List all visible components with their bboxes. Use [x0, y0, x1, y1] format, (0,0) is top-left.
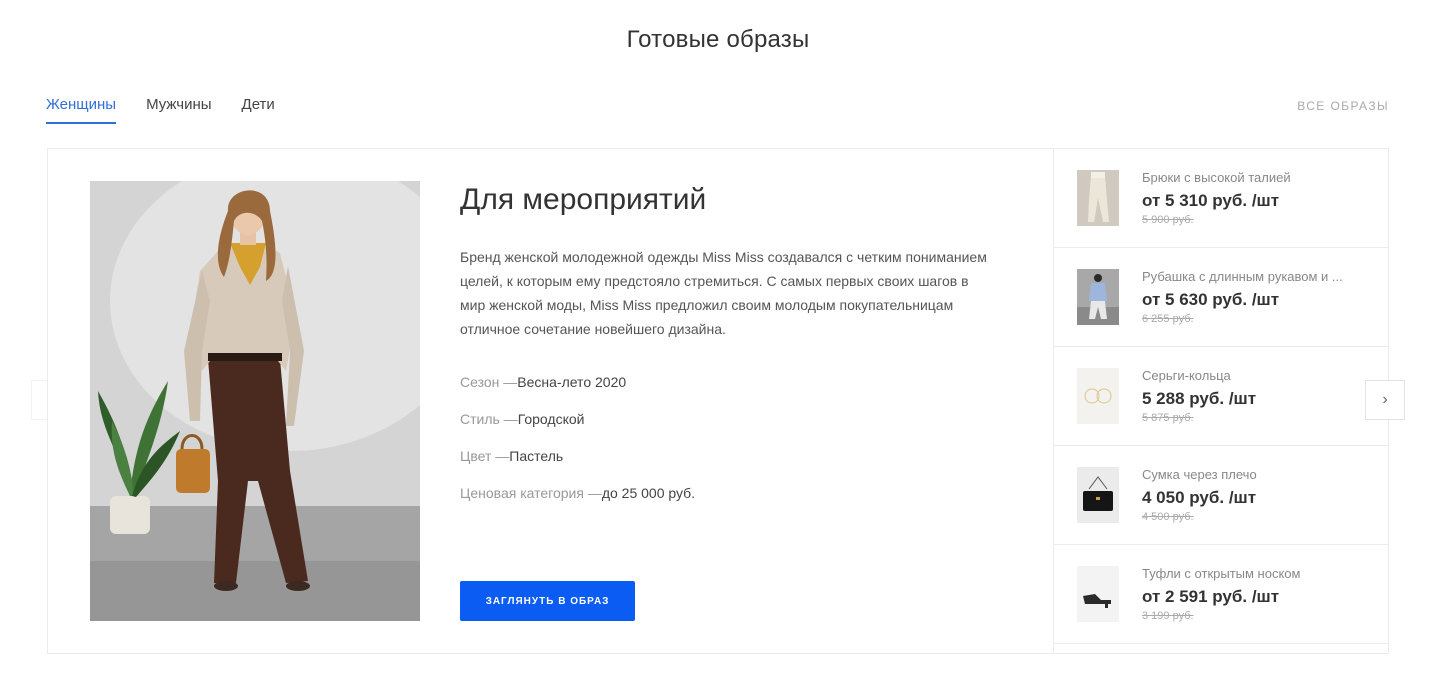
all-looks-link[interactable]: ВСЕ ОБРАЗЫ — [1297, 99, 1389, 113]
attr-season: Сезон —Весна-лето 2020 — [460, 374, 626, 390]
product-name: Серьги-кольца — [1142, 368, 1231, 383]
product-item[interactable]: Брюки с высокой талией от 5 310 руб. /шт… — [1054, 149, 1389, 248]
attr-style: Стиль —Городской — [460, 411, 584, 427]
attr-value: Пастель — [509, 448, 564, 464]
look-photo — [90, 181, 420, 621]
product-thumbnail — [1077, 467, 1119, 523]
attr-label: Стиль — — [460, 411, 518, 427]
carousel-next-button[interactable]: › — [1365, 380, 1405, 420]
product-old-price: 4 500 руб. — [1142, 511, 1194, 523]
product-price: 4 050 руб. /шт — [1142, 488, 1257, 507]
product-item[interactable]: Туфли с открытым носком от 2 591 руб. /ш… — [1054, 545, 1389, 644]
product-list: Брюки с высокой талией от 5 310 руб. /шт… — [1053, 149, 1389, 653]
attr-value: Городской — [517, 411, 585, 427]
look-description: Бренд женской молодежной одежды Miss Mis… — [460, 249, 987, 337]
tab-women[interactable]: Женщины — [46, 96, 117, 124]
product-name: Рубашка с длинным рукавом и ... — [1142, 269, 1343, 284]
product-old-price: 5 875 руб. — [1142, 412, 1194, 424]
product-thumbnail — [1077, 269, 1119, 325]
attr-label: Сезон — — [460, 374, 518, 390]
shirt-image — [1077, 269, 1119, 325]
product-thumbnail — [1077, 368, 1119, 424]
product-old-price: 5 900 руб. — [1142, 214, 1194, 226]
product-item[interactable]: Серьги-кольца 5 288 руб. /шт 5 875 руб. — [1054, 347, 1389, 446]
trousers-image — [1077, 170, 1119, 226]
product-item[interactable]: Сумка через плечо 4 050 руб. /шт 4 500 р… — [1054, 446, 1389, 545]
product-price: от 5 630 руб. /шт — [1142, 290, 1280, 309]
product-price: от 2 591 руб. /шт — [1142, 587, 1280, 606]
product-name: Брюки с высокой талией — [1142, 170, 1291, 185]
attr-value: до 25 000 руб. — [601, 485, 696, 501]
attr-label: Ценовая категория — — [460, 485, 602, 501]
tab-men[interactable]: Мужчины — [146, 96, 211, 124]
earrings-image — [1077, 368, 1119, 424]
chevron-right-icon: › — [1382, 391, 1388, 408]
view-look-button[interactable]: ЗАГЛЯНУТЬ В ОБРАЗ — [460, 581, 635, 621]
product-old-price: 3 199 руб. — [1142, 610, 1194, 622]
product-thumbnail — [1077, 170, 1119, 226]
tab-kids[interactable]: Дети — [242, 96, 275, 124]
shoes-image — [1077, 566, 1119, 622]
section-title: Готовые образы — [626, 26, 810, 53]
product-name: Сумка через плечо — [1142, 467, 1257, 482]
product-old-price: 6 255 руб. — [1142, 313, 1194, 325]
attr-price-category: Ценовая категория —до 25 000 руб. — [460, 485, 695, 501]
product-price: от 5 310 руб. /шт — [1142, 191, 1280, 210]
attr-value: Весна-лето 2020 — [517, 374, 627, 390]
bag-image — [1077, 467, 1119, 523]
gender-tabs: Женщины Мужчины Дети — [46, 96, 275, 124]
product-price: 5 288 руб. /шт — [1142, 389, 1257, 408]
product-item[interactable]: Рубашка с длинным рукавом и ... от 5 630… — [1054, 248, 1389, 347]
look-card: Для мероприятий Бренд женской молодежной… — [47, 148, 1389, 654]
look-title: Для мероприятий — [460, 183, 707, 216]
product-name: Туфли с открытым носком — [1142, 566, 1301, 581]
product-thumbnail — [1077, 566, 1119, 622]
model-illustration — [90, 181, 420, 621]
attr-color: Цвет —Пастель — [460, 448, 563, 464]
attr-label: Цвет — — [460, 448, 510, 464]
